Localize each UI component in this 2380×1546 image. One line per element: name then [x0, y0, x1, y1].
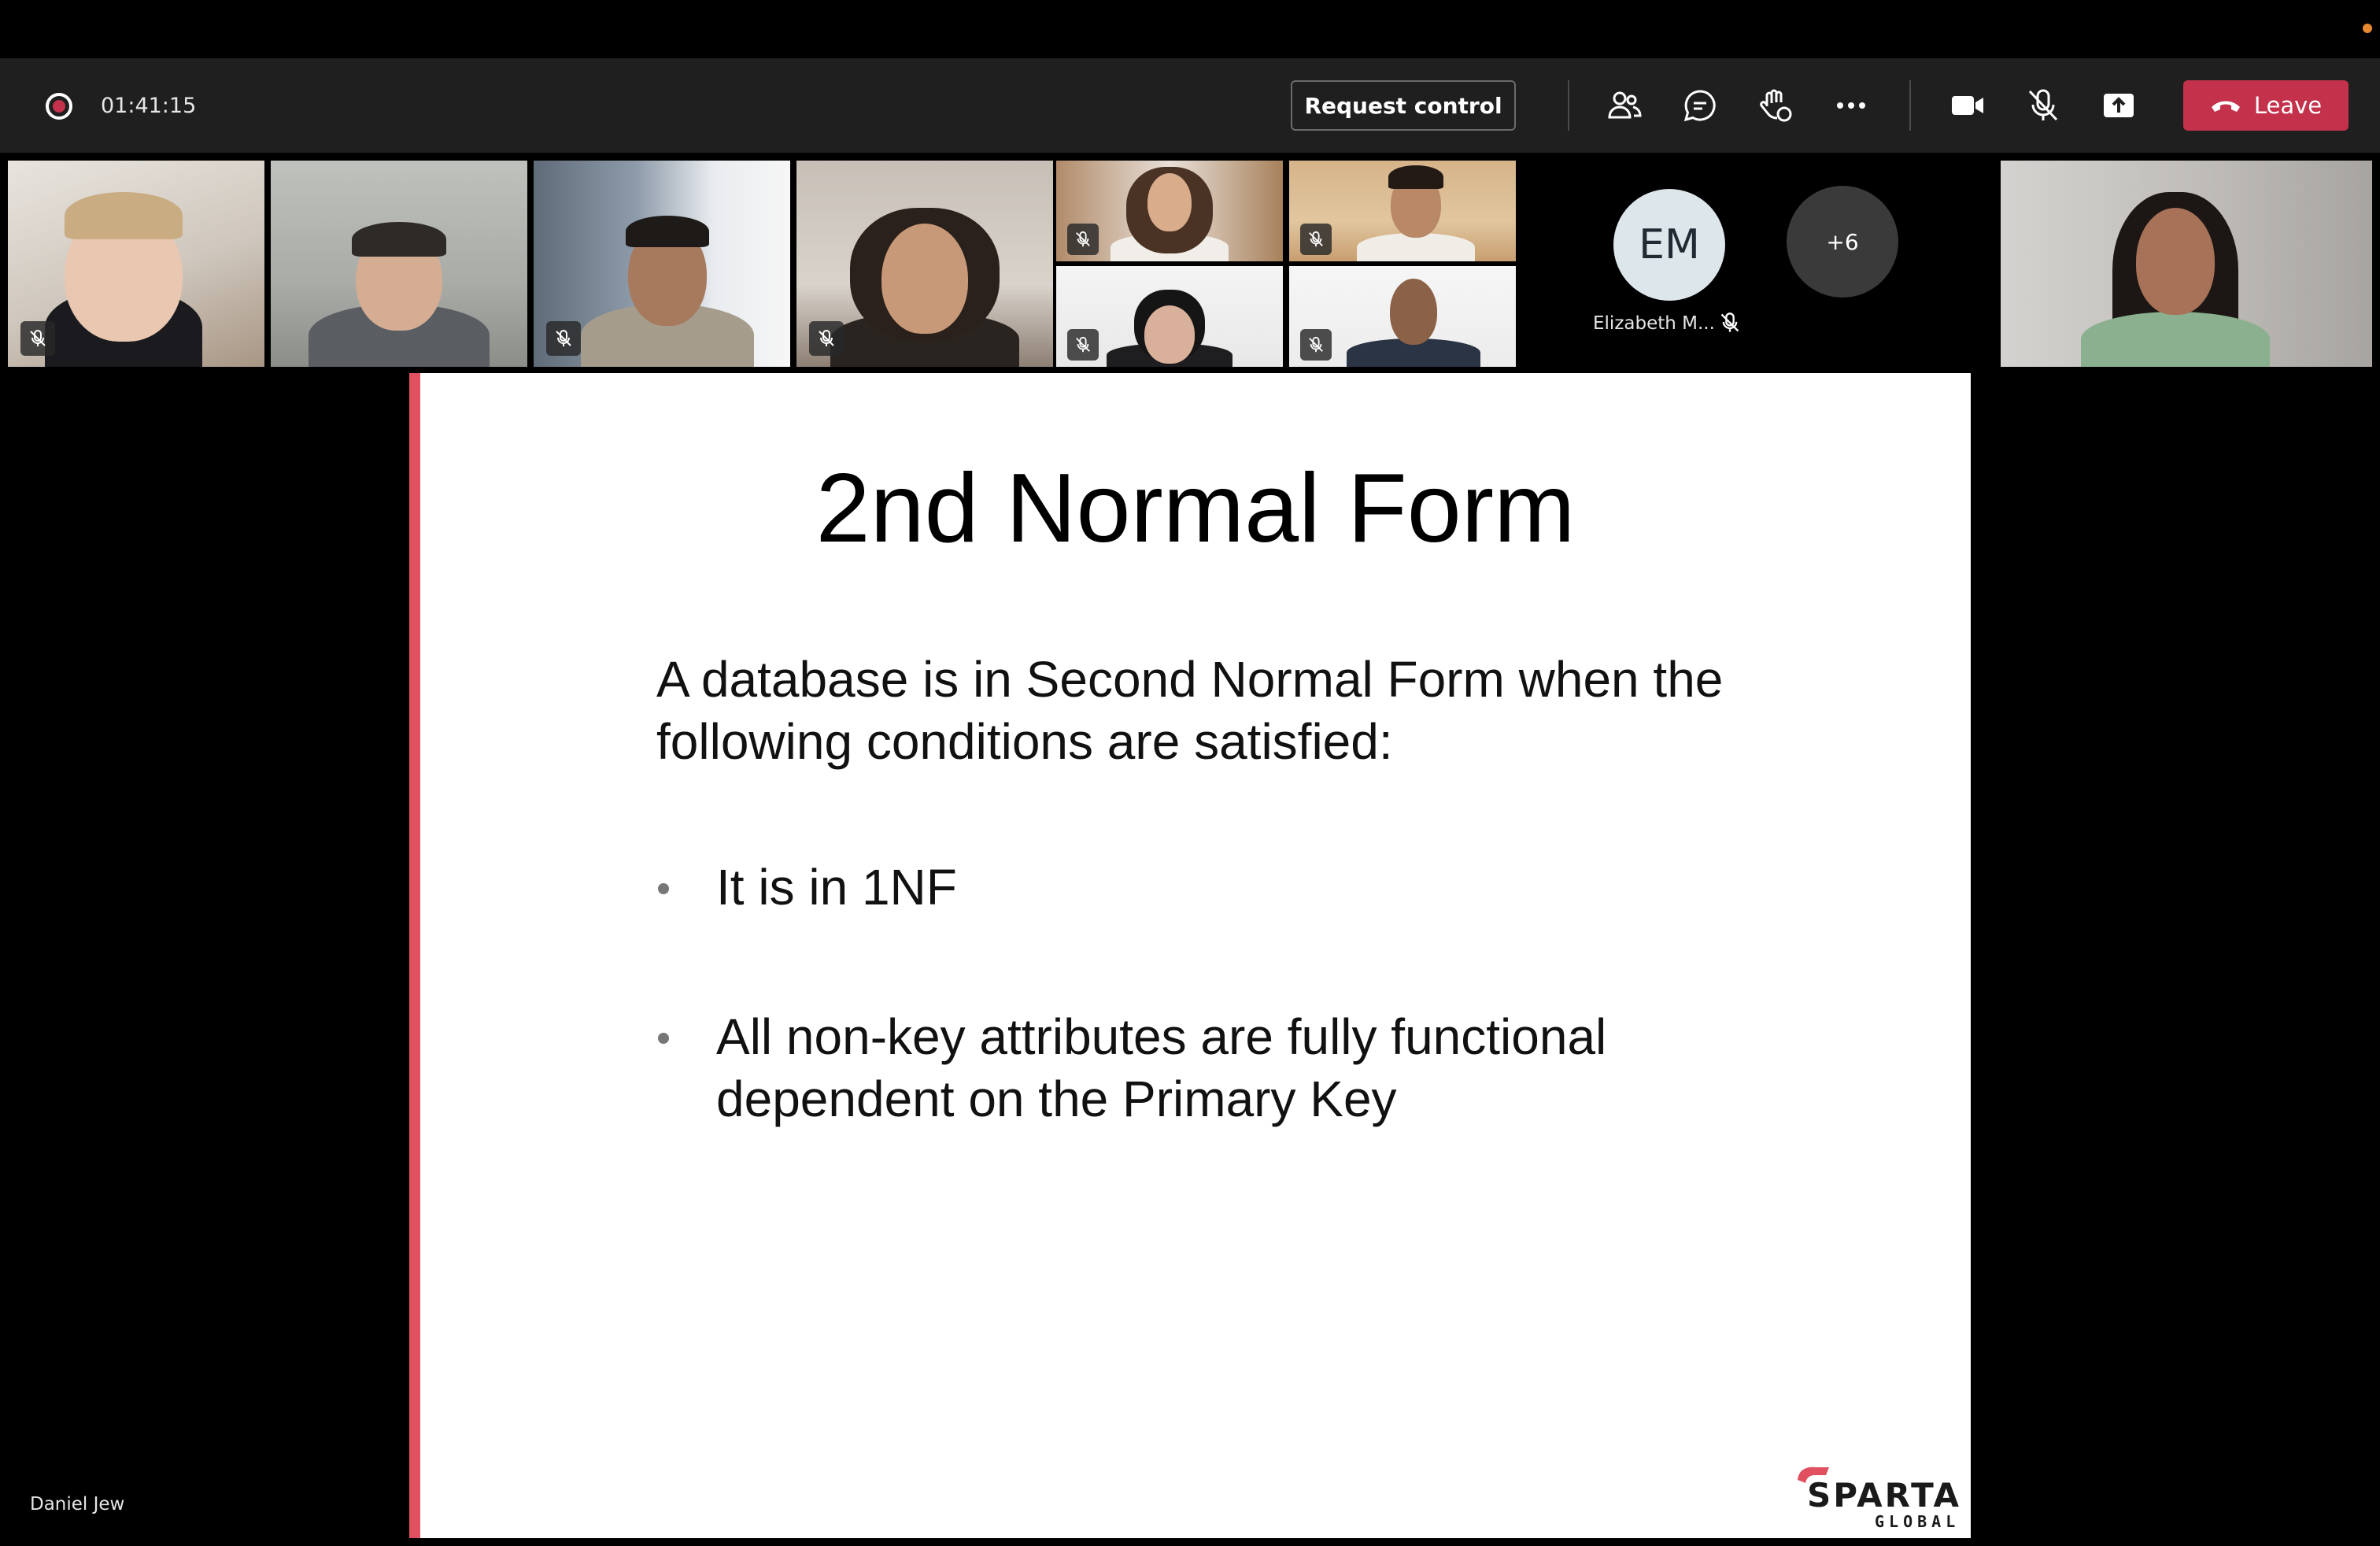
participant-video: [580, 161, 754, 367]
muted-mic-icon: [20, 321, 55, 356]
presenter-name: Daniel Jew: [30, 1494, 125, 1515]
participant-tile[interactable]: [1289, 266, 1516, 367]
participant-tile[interactable]: [1056, 266, 1283, 367]
participant-tile[interactable]: [1289, 161, 1516, 261]
leave-label: Leave: [2253, 92, 2323, 119]
request-control-button[interactable]: Request control: [1291, 80, 1516, 131]
logo-subtext: GLOBAL: [1875, 1512, 1960, 1531]
recording-icon: [46, 93, 72, 120]
slide-intro-text: A database is in Second Normal Form when…: [656, 649, 1837, 772]
muted-mic-icon: [1719, 312, 1741, 338]
sparta-global-logo: SPARTA GLOBAL: [1798, 1466, 1961, 1531]
mic-off-icon[interactable]: [2020, 82, 2067, 129]
participant-tile[interactable]: [271, 161, 527, 367]
slide-bullet-line: dependent on the Primary Key: [716, 1070, 1397, 1127]
participant-video: [2073, 161, 2278, 367]
participant-avatar[interactable]: EM: [1613, 189, 1725, 301]
camera-icon[interactable]: [1944, 82, 1991, 129]
slide-bullet: It is in 1NF: [656, 856, 1837, 919]
share-screen-icon[interactable]: [2095, 82, 2142, 129]
participant-tile[interactable]: [534, 161, 790, 367]
participant-video: [44, 161, 202, 367]
toolbar-divider: [1568, 80, 1569, 131]
bullet-dot: [658, 883, 669, 894]
more-options-icon[interactable]: [1828, 82, 1875, 129]
bullet-dot: [658, 1033, 669, 1044]
participant-video: [1357, 161, 1476, 261]
more-participants-button[interactable]: +6: [1787, 186, 1898, 298]
muted-mic-icon: [1300, 224, 1332, 255]
participant-tile[interactable]: [1056, 161, 1283, 261]
participant-video: [830, 161, 1019, 367]
toolbar-divider: [1909, 80, 1911, 131]
raise-hand-icon[interactable]: [1752, 82, 1799, 129]
hang-up-icon: [2211, 101, 2240, 112]
participant-tile[interactable]: [796, 161, 1053, 367]
leave-button[interactable]: Leave: [2183, 80, 2349, 131]
meeting-timer: 01:41:15: [101, 94, 197, 118]
muted-mic-icon: [1067, 224, 1099, 255]
slide-title: 2nd Normal Form: [815, 454, 1576, 563]
chat-icon[interactable]: [1676, 82, 1724, 129]
window-titlebar: [0, 0, 2380, 58]
slide-intro-line: A database is in Second Normal Form when…: [656, 651, 1724, 708]
participant-video: [1107, 266, 1232, 367]
participant-tile[interactable]: [8, 161, 264, 367]
logo-text: SPARTA: [1807, 1476, 1961, 1515]
participant-name: Elizabeth M...: [1593, 313, 1715, 334]
slide-intro-line: following conditions are satisfied:: [656, 712, 1393, 770]
muted-mic-icon: [546, 321, 581, 356]
muted-mic-icon: [1300, 329, 1332, 361]
participant-video: [1111, 161, 1229, 261]
people-icon[interactable]: [1601, 82, 1648, 129]
meeting-toolbar: 01:41:15 Request control Leave: [0, 58, 2380, 153]
participant-tile[interactable]: [2001, 161, 2372, 367]
slide-bullet-line: It is in 1NF: [716, 859, 957, 915]
slide-bullet: All non-key attributes are fully functio…: [656, 1006, 1837, 1130]
notification-dot: [2363, 24, 2372, 33]
slide-bullet-line: All non-key attributes are fully functio…: [716, 1008, 1607, 1065]
presentation-slide: 2nd Normal Form A database is in Second …: [409, 373, 1971, 1538]
muted-mic-icon: [809, 321, 844, 356]
participant-video: [309, 161, 490, 367]
participant-video: [1347, 266, 1481, 367]
muted-mic-icon: [1067, 329, 1099, 361]
